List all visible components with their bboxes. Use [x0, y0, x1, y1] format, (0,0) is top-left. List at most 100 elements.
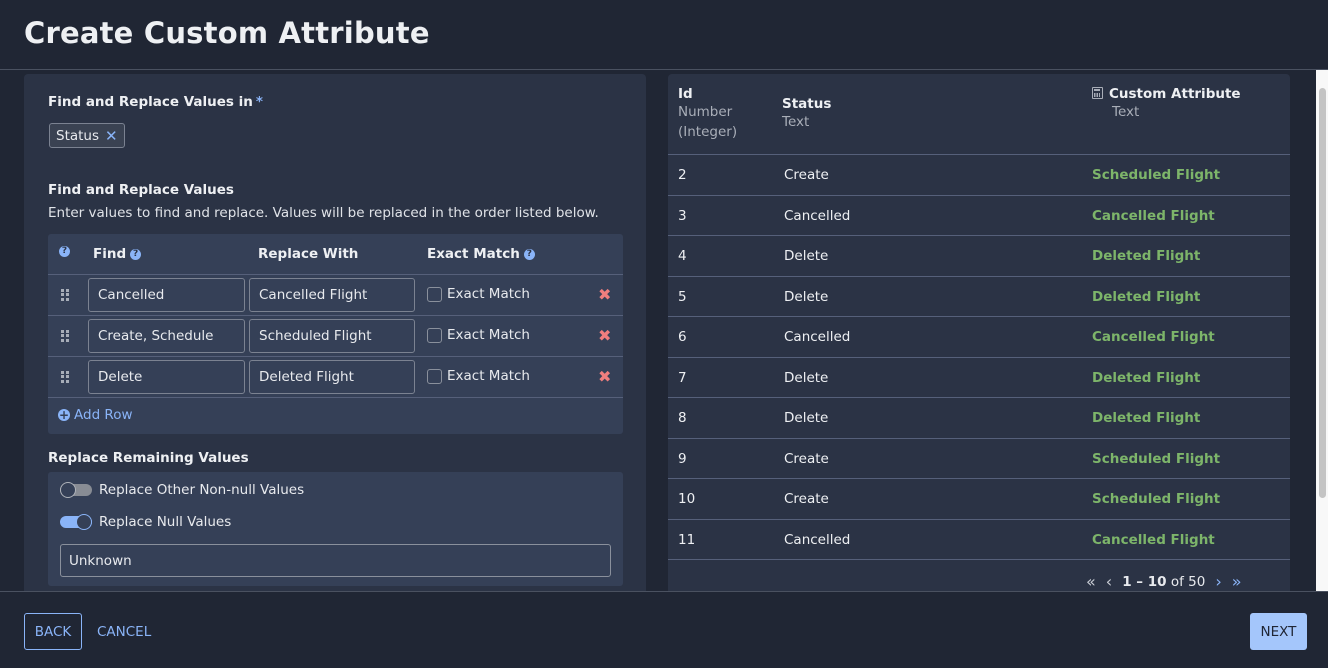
column-chip-status: Status ✕ [49, 123, 125, 148]
cell-id: 6 [678, 329, 687, 345]
null-replacement-input[interactable] [60, 544, 611, 577]
find-input[interactable] [88, 360, 245, 394]
replace-remaining-label: Replace Remaining Values [48, 450, 249, 466]
exact-match-label: Exact Match [447, 327, 530, 343]
exact-match-label: Exact Match [447, 286, 530, 302]
column-header-id[interactable]: Id Number (Integer) [678, 86, 738, 142]
find-input[interactable] [88, 278, 245, 312]
prev-page-icon[interactable]: ‹ [1106, 572, 1112, 591]
exact-match-checkbox[interactable]: Exact Match [427, 368, 530, 384]
cell-custom-attribute: Scheduled Flight [1092, 167, 1221, 183]
column-header-custom-attribute[interactable]: Custom Attribute Text [1092, 86, 1241, 122]
total-count: 50 [1188, 573, 1206, 590]
cell-custom-attribute: Deleted Flight [1092, 410, 1201, 426]
find-replace-row: Exact Match ✖ [48, 316, 623, 357]
back-button[interactable]: BACK [24, 613, 82, 650]
cell-custom-attribute: Scheduled Flight [1092, 491, 1221, 507]
replace-null-toggle[interactable] [60, 514, 92, 530]
find-in-label-text: Find and Replace Values in [48, 94, 253, 110]
exact-match-column-header: Exact Match ? [427, 246, 535, 262]
table-row: 8 Delete Deleted Flight [668, 398, 1290, 439]
table-row: 2 Create Scheduled Flight [668, 155, 1290, 196]
cell-id: 9 [678, 450, 687, 467]
page-range: 1 – 10 [1122, 573, 1167, 590]
cell-status: Cancelled [784, 329, 851, 345]
replace-column-header: Replace With [258, 246, 359, 262]
cell-custom-attribute: Scheduled Flight [1092, 450, 1221, 467]
next-button[interactable]: NEXT [1250, 613, 1307, 650]
replace-non-null-toggle[interactable] [60, 482, 92, 498]
checkbox-icon[interactable] [427, 327, 442, 343]
replace-input[interactable] [249, 278, 415, 312]
cell-status: Delete [784, 410, 829, 426]
chip-label: Status [56, 127, 100, 144]
cell-id: 8 [678, 410, 687, 426]
find-in-label: Find and Replace Values in * [48, 94, 263, 110]
replace-null-toggle-row: Replace Null Values [60, 514, 231, 530]
plus-circle-icon: + [58, 408, 70, 422]
add-row-button[interactable]: + Add Row [58, 407, 133, 423]
cell-id: 7 [678, 369, 687, 386]
table-row: 10 Create Scheduled Flight [668, 479, 1290, 520]
find-replace-row: Exact Match ✖ [48, 357, 623, 398]
cell-id: 4 [678, 248, 687, 264]
help-icon[interactable]: ? [130, 248, 142, 260]
table-row: 5 Delete Deleted Flight [668, 277, 1290, 317]
cell-custom-attribute: Cancelled Flight [1092, 329, 1215, 345]
cell-status: Delete [784, 288, 829, 305]
find-replace-header: ? Find ? Replace With Exact Match ? [48, 234, 623, 275]
delete-row-icon[interactable]: ✖ [598, 285, 611, 304]
table-row: 4 Delete Deleted Flight [668, 236, 1290, 277]
cell-id: 2 [678, 167, 687, 183]
cell-id: 3 [678, 207, 687, 224]
column-header-status[interactable]: Status Text [782, 96, 831, 132]
scrollbar-thumb[interactable] [1319, 88, 1326, 498]
replace-non-null-toggle-row: Replace Other Non-null Values [60, 482, 304, 498]
table-row: 7 Delete Deleted Flight [668, 358, 1290, 398]
cancel-button[interactable]: CANCEL [90, 613, 158, 650]
cell-status: Create [784, 491, 829, 507]
exact-match-label: Exact Match [447, 368, 530, 384]
help-icon[interactable]: ? [59, 246, 70, 257]
find-replace-description: Enter values to find and replace. Values… [48, 205, 599, 221]
next-page-icon[interactable]: › [1215, 572, 1221, 591]
footer: BACK CANCEL NEXT [0, 591, 1328, 668]
cell-custom-attribute: Cancelled Flight [1092, 207, 1215, 224]
column-name: Status [782, 96, 832, 112]
required-mark: * [255, 94, 263, 110]
cell-id: 11 [678, 531, 696, 548]
replace-null-label: Replace Null Values [99, 514, 232, 530]
help-icon[interactable]: ? [523, 248, 535, 260]
cell-status: Delete [784, 369, 829, 386]
find-replace-label: Find and Replace Values [48, 182, 234, 198]
column-name: Custom Attribute [1109, 86, 1241, 102]
replace-input[interactable] [249, 319, 415, 353]
checkbox-icon[interactable] [427, 368, 442, 384]
last-page-icon[interactable]: » [1232, 572, 1242, 591]
column-name: Id [678, 86, 693, 102]
drag-handle-icon[interactable] [61, 330, 69, 342]
drag-handle-icon[interactable] [61, 371, 69, 383]
drag-handle-icon[interactable] [61, 289, 69, 301]
pagination: « ‹ 1 – 10 of 50 › » [1086, 572, 1242, 591]
replace-input[interactable] [249, 360, 415, 394]
first-page-icon[interactable]: « [1086, 572, 1096, 591]
cell-id: 10 [678, 491, 696, 507]
replace-non-null-label: Replace Other Non-null Values [99, 482, 305, 498]
cell-custom-attribute: Deleted Flight [1092, 288, 1201, 305]
add-row-label: Add Row [74, 407, 133, 423]
delete-row-icon[interactable]: ✖ [598, 326, 611, 345]
close-icon[interactable]: ✕ [105, 127, 118, 145]
cell-status: Cancelled [784, 531, 851, 548]
scrollbar[interactable] [1316, 70, 1328, 591]
replace-remaining-panel: Replace Other Non-null Values Replace Nu… [48, 472, 623, 586]
exact-match-checkbox[interactable]: Exact Match [427, 286, 530, 302]
page-title: Create Custom Attribute [24, 16, 430, 50]
checkbox-icon[interactable] [427, 286, 442, 302]
delete-row-icon[interactable]: ✖ [598, 367, 611, 386]
cell-status: Delete [784, 248, 829, 264]
exact-header-label: Exact Match [427, 246, 520, 262]
calculator-icon [1092, 87, 1103, 99]
find-input[interactable] [88, 319, 245, 353]
exact-match-checkbox[interactable]: Exact Match [427, 327, 530, 343]
